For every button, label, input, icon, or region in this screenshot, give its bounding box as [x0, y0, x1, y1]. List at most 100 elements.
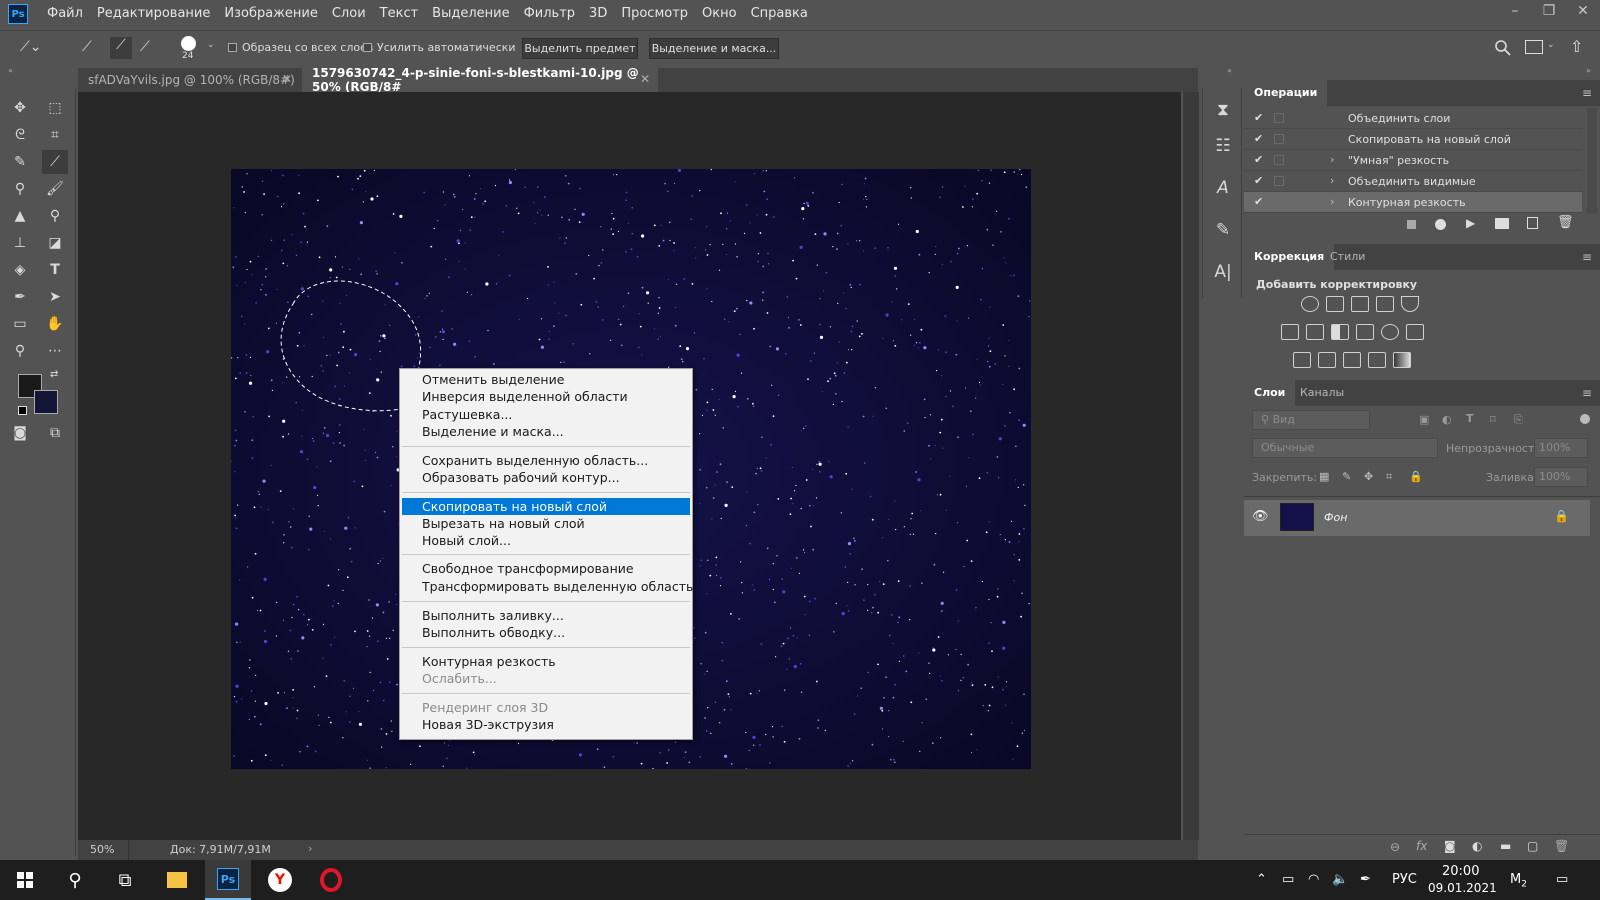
character-icon[interactable]: A| [1203, 252, 1243, 292]
brightness-icon[interactable] [1301, 296, 1319, 312]
rectangle-tool-icon[interactable]: ▭ [7, 312, 33, 336]
action-row[interactable]: ✔ › Объединить видимые [1244, 171, 1582, 192]
fill-field[interactable]: 100% [1534, 467, 1588, 487]
new-selection-icon[interactable]: ⟋ [82, 39, 104, 57]
eye-icon[interactable]: 👁 [1252, 509, 1269, 524]
blend-mode-select[interactable]: Обычные [1252, 438, 1438, 458]
battery-icon[interactable]: ▭ [1282, 872, 1294, 887]
tab-channels[interactable]: Каналы [1290, 380, 1354, 406]
levels-icon[interactable] [1326, 296, 1344, 312]
default-colors-icon[interactable] [18, 406, 27, 415]
layer-row[interactable]: 👁 Фон 🔒 [1244, 500, 1590, 536]
screen-mode-icon[interactable]: ⧉ [42, 421, 68, 445]
filter-toggle-icon[interactable] [1580, 414, 1590, 424]
brush-tool-icon[interactable]: 🖌 [42, 177, 68, 201]
play-icon[interactable]: ▶ [1466, 216, 1475, 230]
opacity-field[interactable]: 100% [1534, 438, 1588, 458]
opera-icon[interactable] [308, 860, 354, 900]
brush-settings-icon[interactable]: ✎ [1203, 210, 1243, 250]
filter-smart-object-icon[interactable]: ⎘ [1514, 413, 1523, 427]
ctx-save-selection[interactable]: Сохранить выделенную область... [402, 452, 690, 469]
blur-tool-icon[interactable]: ▲ [7, 204, 33, 228]
menu-type[interactable]: Текст [373, 0, 426, 28]
ctx-layer-via-cut[interactable]: Вырезать на новый слой [402, 515, 690, 532]
panel-menu-icon[interactable]: ≡ [1582, 86, 1592, 100]
threshold-icon[interactable] [1343, 352, 1361, 368]
action-center-icon[interactable]: ▭ [1556, 872, 1568, 887]
curves-icon[interactable] [1351, 296, 1369, 312]
paint-bucket-icon[interactable]: ◈ [7, 258, 33, 282]
type-tool-icon[interactable]: T [42, 258, 68, 282]
close-tab-icon[interactable]: ✕ [282, 72, 292, 86]
stamp-tool-icon[interactable]: ⊥ [7, 231, 33, 255]
crop-tool-icon[interactable]: ⌗ [42, 123, 68, 147]
adjustment-layer-icon[interactable]: ◐ [1472, 839, 1482, 853]
trash-icon[interactable]: 🗑 [1557, 215, 1574, 230]
channel-mixer-icon[interactable] [1381, 324, 1399, 340]
ctx-make-work-path[interactable]: Образовать рабочий контур... [402, 469, 690, 486]
close-tab-icon[interactable]: ✕ [640, 72, 650, 86]
menu-select[interactable]: Выделение [425, 0, 516, 28]
panel-menu-icon[interactable]: ≡ [1582, 386, 1592, 400]
add-to-selection-icon[interactable]: ⟋ [110, 37, 132, 59]
mask-icon[interactable]: ◙ [1444, 839, 1456, 853]
menu-help[interactable]: Справка [744, 0, 815, 28]
eraser-tool-icon[interactable]: ◪ [42, 231, 68, 255]
close-icon[interactable]: ✕ [1566, 0, 1600, 22]
hue-saturation-icon[interactable] [1281, 324, 1299, 340]
menu-edit[interactable]: Редактирование [90, 0, 217, 28]
vertical-scrollbar[interactable] [1183, 92, 1199, 840]
ctx-unsharp-mask[interactable]: Контурная резкость [402, 653, 690, 670]
new-action-icon[interactable] [1527, 217, 1538, 229]
task-view-icon[interactable]: ⧉ [102, 860, 148, 900]
eyedropper-tool-icon[interactable]: ⚲ [7, 177, 33, 201]
marquee-tool-icon[interactable]: ⬚ [42, 96, 68, 120]
dodge-tool-icon[interactable]: ⚲ [42, 204, 68, 228]
lock-pixels-icon[interactable]: ✎ [1342, 470, 1351, 483]
ctx-new-layer[interactable]: Новый слой... [402, 532, 690, 549]
notifications-badge-icon[interactable]: M2 [1510, 872, 1527, 890]
tab-layers[interactable]: Слои [1244, 380, 1296, 406]
menu-image[interactable]: Изображение [217, 0, 324, 28]
quick-selection-tool-icon[interactable]: ⟋ [42, 150, 68, 174]
actions-scrollbar[interactable] [1587, 108, 1597, 213]
filter-adjustment-icon[interactable]: ◐ [1442, 413, 1452, 426]
filter-pixel-icon[interactable]: ▣ [1419, 413, 1429, 426]
ctx-stroke[interactable]: Выполнить обводку... [402, 624, 690, 641]
ctx-layer-via-copy[interactable]: Скопировать на новый слой [402, 498, 690, 515]
search-icon[interactable]: ⚲ [52, 860, 98, 900]
trash-icon[interactable]: 🗑 [1554, 839, 1569, 853]
properties-icon[interactable]: ☷ [1203, 126, 1243, 166]
tab-styles[interactable]: Стили [1320, 244, 1375, 270]
subtract-selection-icon[interactable]: ⟋ [140, 39, 162, 57]
layer-name[interactable]: Фон [1324, 511, 1347, 524]
swap-colors-icon[interactable]: ⇄ [50, 369, 58, 380]
color-lookup-icon[interactable] [1406, 324, 1424, 340]
ctx-inverse[interactable]: Инверсия выделенной области [402, 388, 690, 405]
tab-actions[interactable]: Операции [1244, 80, 1328, 106]
yandex-browser-icon[interactable]: Y [257, 860, 303, 900]
filter-shape-icon[interactable]: ⌑ [1490, 413, 1496, 426]
posterize-icon[interactable] [1318, 352, 1336, 368]
menu-view[interactable]: Просмотр [614, 0, 695, 28]
healing-brush-icon[interactable]: ✎ [7, 150, 33, 174]
menu-3d[interactable]: 3D [582, 0, 614, 28]
ctx-free-transform[interactable]: Свободное трансформирование [402, 560, 690, 577]
action-row[interactable]: ✔ › Контурная резкость [1244, 192, 1582, 213]
record-icon[interactable] [1435, 219, 1446, 230]
pen-icon[interactable]: ✒ [1360, 872, 1371, 887]
clock-time[interactable]: 20:00 [1442, 864, 1479, 879]
move-tool-icon[interactable]: ✥ [7, 96, 33, 120]
color-balance-icon[interactable] [1306, 324, 1324, 340]
ctx-deselect[interactable]: Отменить выделение [402, 371, 690, 388]
share-icon[interactable]: ⇧ [1570, 37, 1583, 56]
minimize-icon[interactable]: – [1498, 0, 1532, 22]
link-icon[interactable]: ⊖ [1390, 840, 1400, 854]
history-icon[interactable]: ⧗ [1203, 90, 1243, 130]
photo-filter-icon[interactable] [1356, 324, 1374, 340]
menu-layers[interactable]: Слои [325, 0, 373, 28]
windows-start-icon[interactable] [2, 860, 48, 900]
file-explorer-icon[interactable] [154, 860, 200, 900]
zoom-tool-icon[interactable]: ⚲ [7, 339, 33, 363]
chevron-up-icon[interactable]: ⌃ [1256, 872, 1267, 887]
